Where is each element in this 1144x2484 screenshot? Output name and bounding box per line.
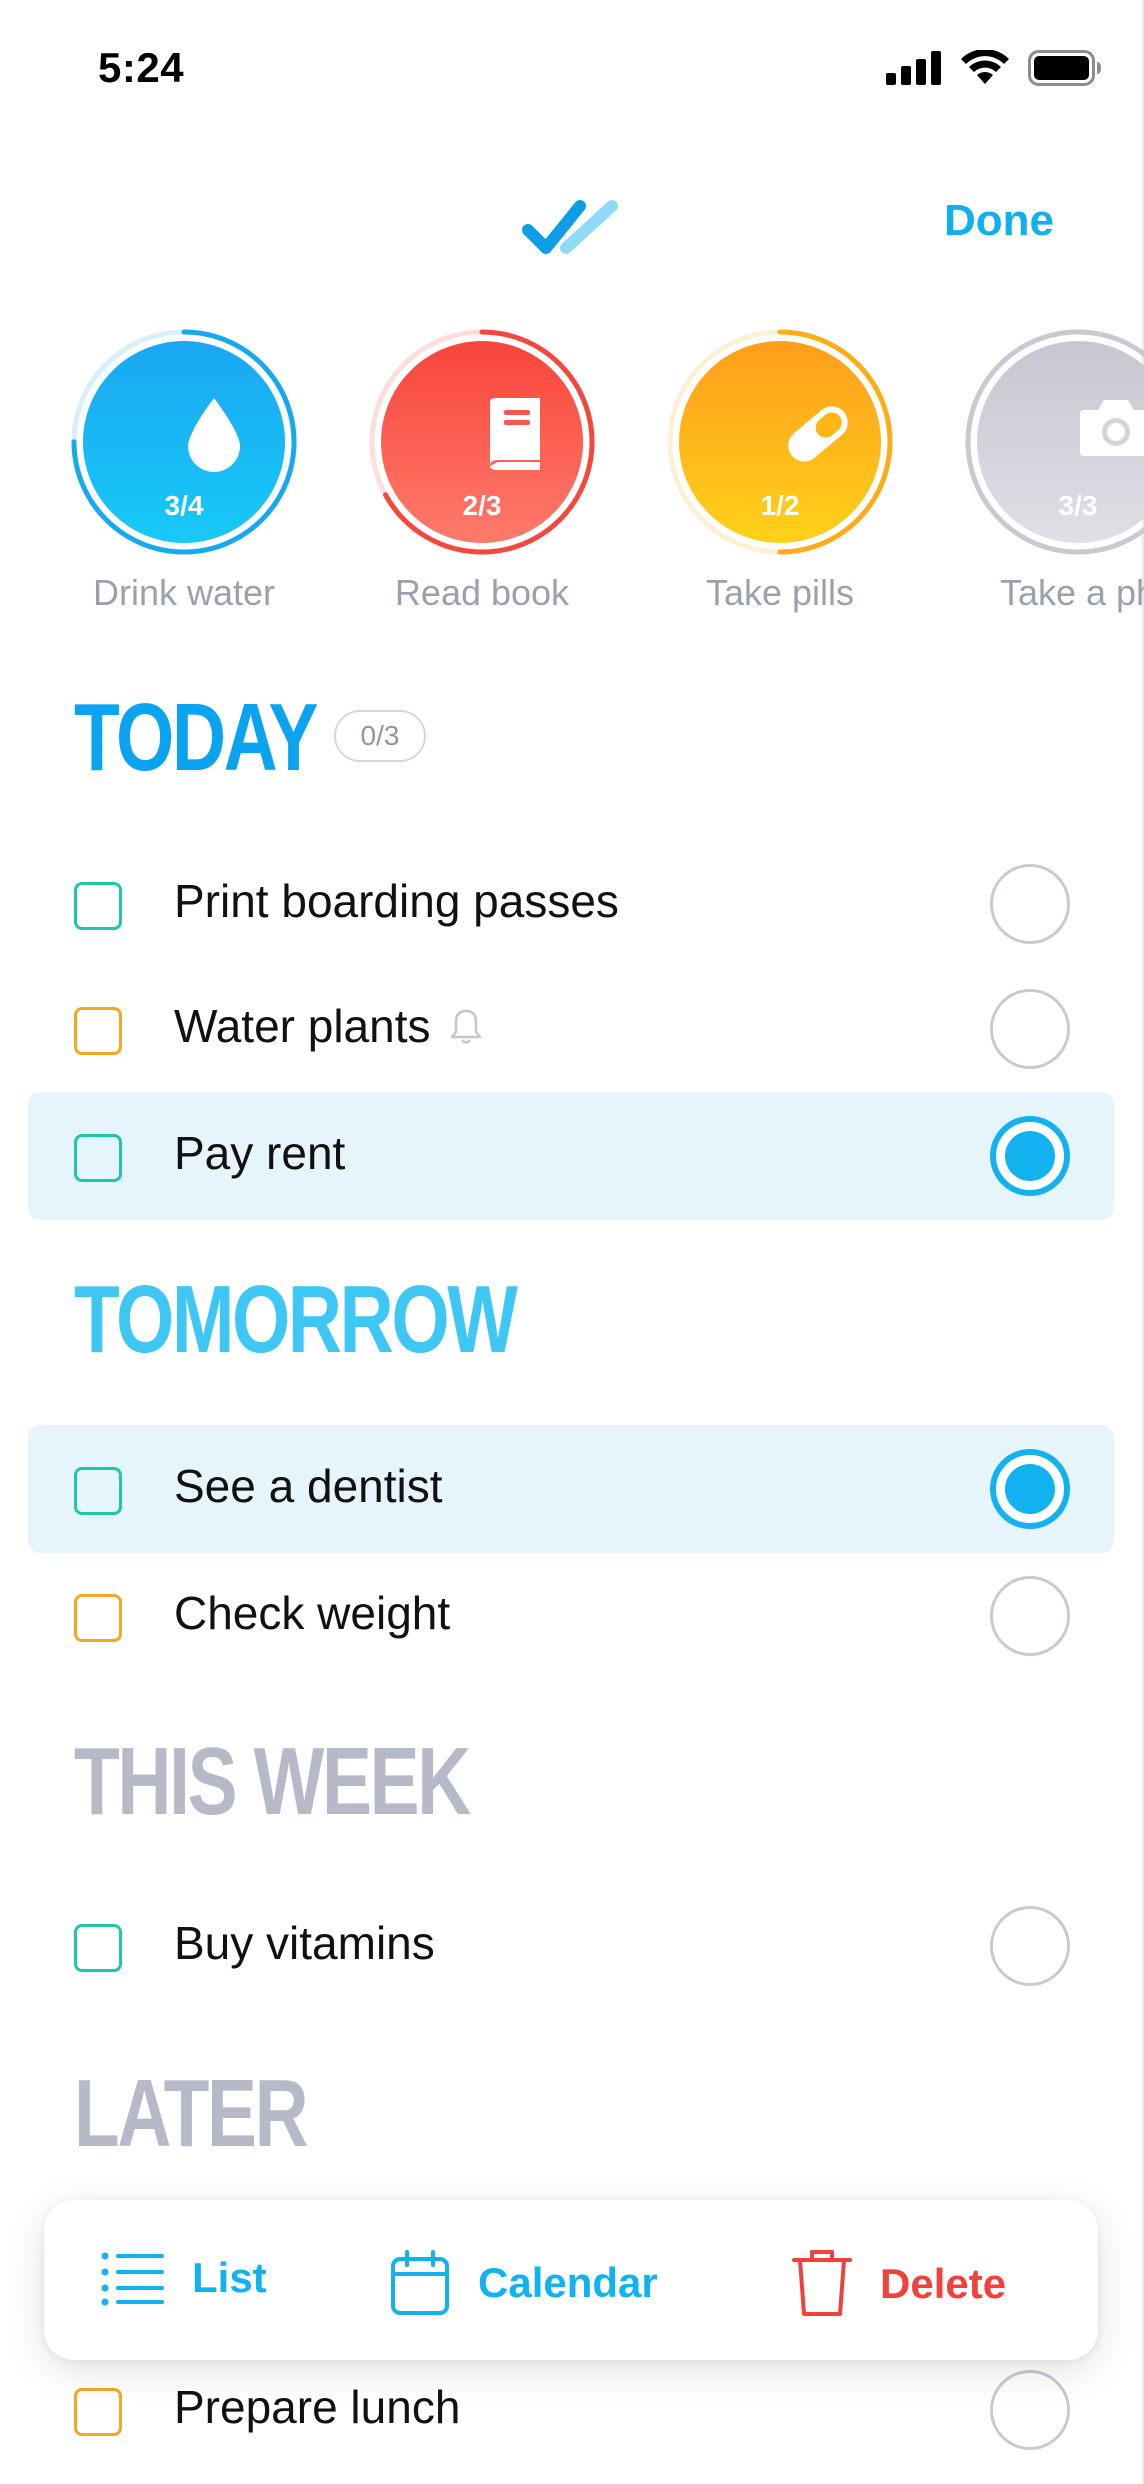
section-title-this-week: THIS WEEK: [74, 1728, 471, 1835]
habit-progress-ring: 1/2: [664, 326, 896, 558]
section-title-later: LATER: [74, 2060, 309, 2167]
task-row[interactable]: Check weight: [28, 1552, 1114, 1680]
habit-label: Take pills: [705, 572, 855, 613]
habit-count: 3/4: [164, 490, 204, 521]
habit-count: 2/3: [462, 490, 502, 521]
habit-read-book[interactable]: 2/3 Read book: [362, 326, 602, 614]
wifi-icon: [961, 50, 1009, 84]
status-icons: [886, 50, 1102, 86]
calendar-button-label: Calendar: [478, 2259, 658, 2306]
habit-progress-ring: 3/3: [962, 326, 1144, 558]
task-checkbox[interactable]: [74, 882, 122, 930]
task-title: Water plants: [174, 999, 483, 1057]
task-title: Prepare lunch: [174, 2381, 461, 2433]
task-row[interactable]: Water plants: [28, 965, 1114, 1093]
delete-button[interactable]: Delete: [792, 2250, 1006, 2318]
habit-count: 3/3: [1058, 490, 1098, 521]
task-row[interactable]: Print boarding passes: [28, 840, 1114, 968]
action-bar: List Calendar Delete: [44, 2200, 1098, 2360]
habit-label: Drink water: [92, 572, 276, 613]
task-title: Print boarding passes: [174, 875, 619, 927]
task-select-radio[interactable]: [990, 1576, 1070, 1656]
section-title-today: TODAY: [74, 684, 318, 791]
habit-drink-water[interactable]: 3/4 Drink water: [64, 326, 304, 614]
task-title: Check weight: [174, 1587, 451, 1639]
habit-progress-ring: 2/3: [366, 326, 598, 558]
battery-icon: [1028, 50, 1101, 86]
habit-label: Take a ph: [999, 572, 1144, 613]
task-select-radio[interactable]: [990, 1116, 1070, 1196]
task-title: Pay rent: [174, 1127, 346, 1179]
delete-button-label: Delete: [880, 2260, 1007, 2307]
calendar-button[interactable]: Calendar: [390, 2250, 658, 2316]
cellular-signal-icon: [886, 51, 941, 85]
list-button-label: List: [192, 2254, 267, 2301]
trash-icon: [792, 2250, 852, 2316]
task-title: Buy vitamins: [174, 1917, 435, 1969]
list-icon: [101, 2252, 164, 2306]
task-row[interactable]: Pay rent: [28, 1092, 1114, 1220]
habit-take-pills[interactable]: 1/2 Take pills: [660, 326, 900, 614]
task-title: See a dentist: [174, 1460, 443, 1512]
today-count-badge: 0/3: [334, 710, 426, 762]
status-time: 5:24: [98, 44, 185, 91]
section-title-tomorrow: TOMORROW: [74, 1266, 518, 1373]
task-select-radio[interactable]: [990, 1449, 1070, 1529]
task-checkbox[interactable]: [74, 1924, 122, 1972]
calendar-icon: [391, 2250, 449, 2315]
task-checkbox[interactable]: [74, 2388, 122, 2436]
list-button[interactable]: List: [100, 2250, 267, 2306]
task-row[interactable]: Buy vitamins: [28, 1882, 1114, 2010]
task-checkbox[interactable]: [74, 1594, 122, 1642]
task-select-radio[interactable]: [990, 2370, 1070, 2450]
bell-icon: [449, 1003, 483, 1057]
habit-take-a-ph[interactable]: 3/3 Take a ph: [958, 326, 1144, 614]
task-select-radio[interactable]: [990, 864, 1070, 944]
habit-label: Read book: [394, 572, 570, 613]
habit-progress-ring: 3/4: [68, 326, 300, 558]
task-select-radio[interactable]: [990, 989, 1070, 1069]
task-select-radio[interactable]: [990, 1906, 1070, 1986]
task-row[interactable]: See a dentist: [28, 1425, 1114, 1553]
done-button[interactable]: Done: [944, 196, 1054, 246]
task-row[interactable]: Prepare lunch: [28, 2346, 1114, 2474]
task-checkbox[interactable]: [74, 1467, 122, 1515]
task-checkbox[interactable]: [74, 1134, 122, 1182]
habit-count: 1/2: [760, 490, 800, 521]
task-checkbox[interactable]: [74, 1007, 122, 1055]
app-logo-double-check-icon: [520, 196, 624, 265]
